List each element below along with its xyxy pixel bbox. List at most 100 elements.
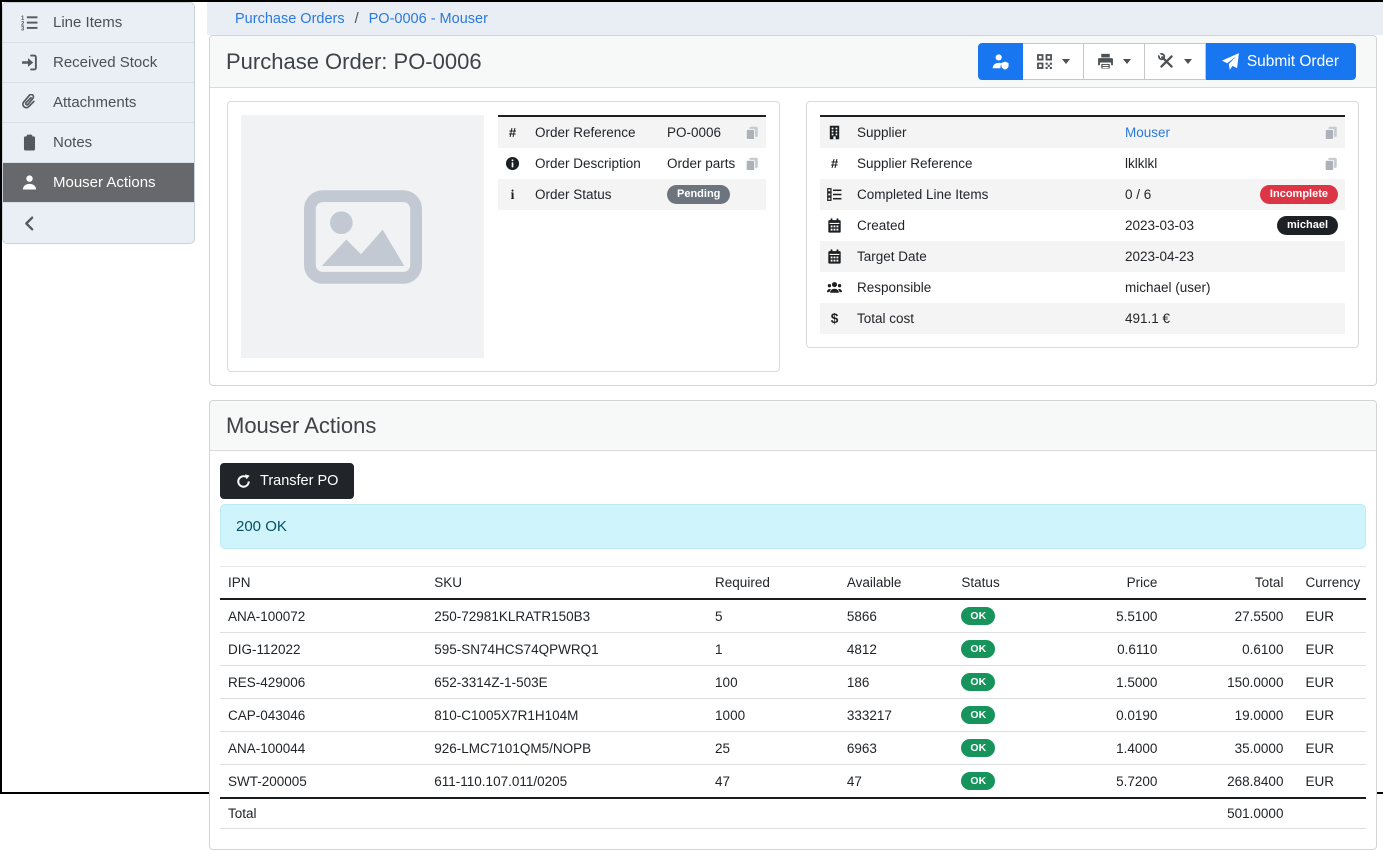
barcode-actions-button[interactable] [1023,43,1084,80]
svg-text:#: # [509,125,517,140]
copy-icon[interactable] [1324,126,1338,140]
detail-label: Order Description [535,156,667,171]
column-header: Price [1062,567,1165,600]
cell-required: 1000 [707,699,839,732]
cell-sku: 595-SN74HCS74QPWRQ1 [426,633,707,666]
building-icon [827,125,857,140]
status-badge: michael [1277,216,1338,236]
cell-ipn: ANA-100044 [220,732,426,765]
breadcrumb-link-po[interactable]: PO-0006 - Mouser [369,11,488,27]
detail-row: #Order ReferencePO-0006 [498,117,766,148]
image-placeholder-icon [304,190,422,284]
cell-currency: EUR [1291,732,1366,765]
sidebar-item-notes[interactable]: Notes [3,123,194,163]
table-row: ANA-100044926-LMC7101QM5/NOPB256963OK1.4… [220,732,1366,765]
column-header: Total [1165,567,1291,600]
paper-plane-icon [1222,53,1239,70]
info-circle-icon [505,156,535,171]
sidebar-item-label: Line Items [53,14,122,31]
status-alert: 200 OK [220,504,1366,549]
detail-value: 2023-03-03 [1125,218,1194,233]
detail-label: Target Date [857,249,1125,264]
sidebar-item-label: Attachments [53,94,136,111]
svg-text:i: i [511,187,515,202]
ok-badge: OK [961,706,995,724]
chevron-left-icon [19,215,39,232]
detail-value: michael (user) [1125,280,1211,295]
sidebar-item-received-stock[interactable]: Received Stock [3,43,194,83]
transfer-po-label: Transfer PO [260,473,338,489]
print-actions-button[interactable] [1084,43,1145,80]
mouser-actions-heading: Mouser Actions [210,401,1376,451]
sidebar-item-mouser-actions[interactable]: Mouser Actions [3,163,194,203]
transfer-po-button[interactable]: Transfer PO [220,463,354,499]
supplier-link[interactable]: Mouser [1125,125,1170,140]
cell-available: 47 [839,765,954,799]
cell-price: 0.0190 [1062,699,1165,732]
status-badge: Incomplete [1260,185,1338,205]
mouser-actions-title: Mouser Actions [226,413,376,439]
submit-order-label: Submit Order [1247,53,1339,71]
cell-status: OK [953,666,1062,699]
order-actions-button[interactable] [1145,43,1206,80]
cell-total: 27.5500 [1165,599,1291,633]
clipboard-icon [19,134,39,151]
copy-icon[interactable] [745,157,759,171]
submit-order-button[interactable]: Submit Order [1206,43,1356,80]
cell-required: 1 [707,633,839,666]
detail-value: Order parts [667,156,735,171]
breadcrumb-separator: / [355,11,359,27]
detail-row: Responsiblemichael (user) [820,272,1345,303]
svg-text:$: $ [831,311,839,326]
copy-icon[interactable] [1324,157,1338,171]
supplier-details-table: SupplierMouser#Supplier Referencelklklkl… [820,115,1345,334]
detail-label: Order Reference [535,125,667,140]
total-empty-cell [839,798,954,829]
breadcrumb-link-purchase-orders[interactable]: Purchase Orders [235,11,345,27]
breadcrumb: Purchase Orders / PO-0006 - Mouser [207,2,1383,35]
total-label: Total [220,798,426,829]
detail-label: Created [857,218,1125,233]
cell-currency: EUR [1291,633,1366,666]
admin-button[interactable] [978,43,1023,80]
mouser-actions-body: Transfer PO 200 OK IPNSKURequiredAvailab… [210,451,1376,849]
sidebar-item-attachments[interactable]: Attachments [3,83,194,123]
sidebar-collapse-button[interactable] [3,203,194,243]
total-empty-cell [1062,798,1165,829]
detail-value: lklklkl [1125,156,1157,171]
users-icon [827,280,857,295]
qrcode-icon [1036,53,1053,70]
column-header: Required [707,567,839,600]
purchase-order-panel-heading: Purchase Order: PO-0006 [210,36,1376,88]
column-header: SKU [426,567,707,600]
cell-price: 0.6110 [1062,633,1165,666]
cell-total: 35.0000 [1165,732,1291,765]
copy-icon[interactable] [745,126,759,140]
table-row: RES-429006652-3314Z-1-503E100186OK1.5000… [220,666,1366,699]
detail-row: $Total cost491.1 € [820,303,1345,334]
cell-ipn: DIG-112022 [220,633,426,666]
sidebar-item-label: Notes [53,134,92,151]
cell-status: OK [953,699,1062,732]
cell-ipn: SWT-200005 [220,765,426,799]
user-shield-icon [992,53,1009,70]
status-badge: Pending [667,185,730,205]
column-header: IPN [220,567,426,600]
cell-currency: EUR [1291,699,1366,732]
calendar-icon [827,249,857,264]
ok-badge: OK [961,640,995,658]
cell-ipn: ANA-100072 [220,599,426,633]
cell-required: 25 [707,732,839,765]
total-value: 501.0000 [1165,798,1291,829]
order-details-card: #Order ReferencePO-0006Order Description… [227,101,780,372]
cell-status: OK [953,765,1062,799]
total-empty-cell [1291,798,1366,829]
order-image-placeholder[interactable] [241,115,484,358]
table-row: SWT-200005611-110.107.011/02054747OK5.72… [220,765,1366,799]
detail-row: Order DescriptionOrder parts [498,148,766,179]
sidebar-item-line-items[interactable]: 123 Line Items [3,3,194,43]
hashtag-icon: # [505,125,535,140]
cell-sku: 926-LMC7101QM5/NOPB [426,732,707,765]
ok-badge: OK [961,607,995,625]
user-icon [19,174,39,191]
